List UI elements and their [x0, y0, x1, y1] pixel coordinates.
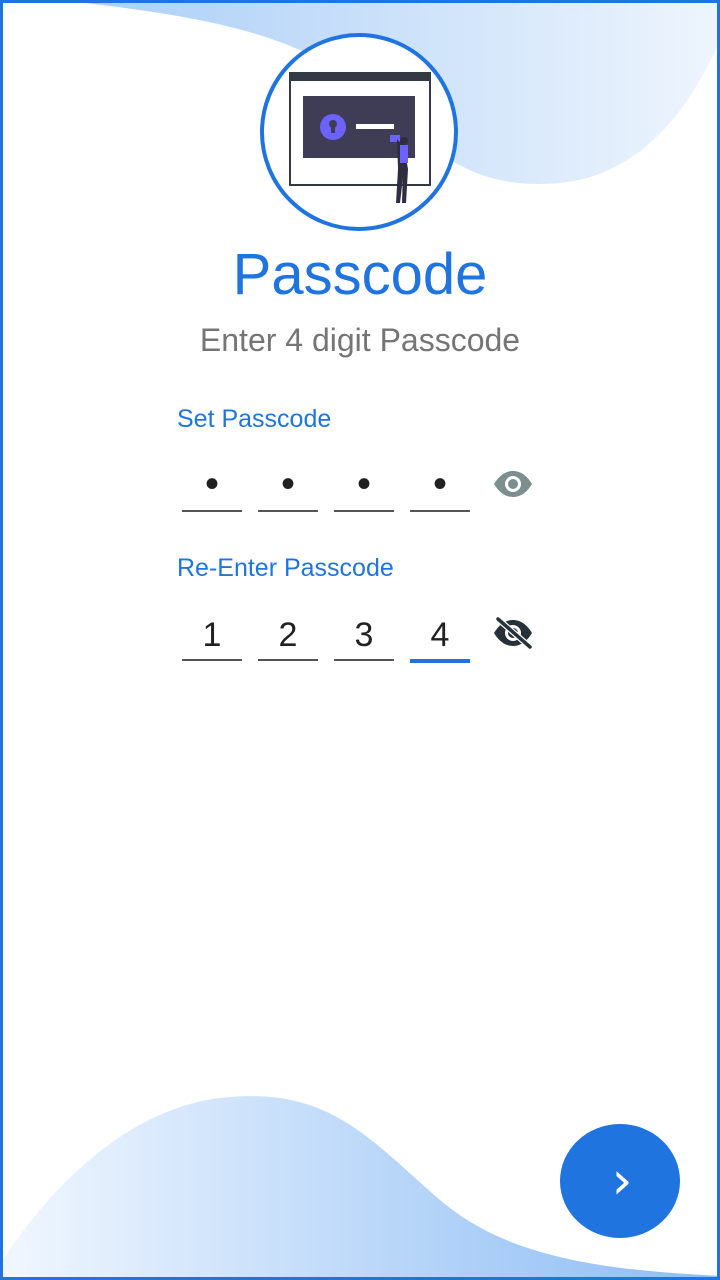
set-passcode-digit-4[interactable]: •	[410, 456, 470, 512]
next-button[interactable]: ›	[560, 1124, 680, 1238]
reenter-passcode-digit-3[interactable]: 3	[334, 605, 394, 661]
set-passcode-field[interactable]: • • • •	[182, 456, 542, 516]
chevron-right-icon: ›	[611, 1151, 633, 1211]
reenter-passcode-digit-4[interactable]: 4	[410, 605, 470, 663]
set-passcode-digit-2[interactable]: •	[258, 456, 318, 512]
reenter-passcode-label: Re-Enter Passcode	[177, 554, 394, 582]
page-title: Passcode	[232, 242, 488, 307]
page-subtitle: Enter 4 digit Passcode	[199, 322, 521, 358]
set-passcode-digit-3[interactable]: •	[334, 456, 394, 512]
eye-off-icon[interactable]	[492, 616, 534, 650]
lock-screen-illustration	[260, 33, 458, 231]
eye-icon[interactable]	[492, 468, 534, 500]
set-passcode-label: Set Passcode	[177, 405, 332, 433]
reenter-passcode-field[interactable]: 1 2 3 4	[182, 605, 542, 665]
reenter-passcode-digit-1[interactable]: 1	[182, 605, 242, 661]
set-passcode-digit-1[interactable]: •	[182, 456, 242, 512]
reenter-passcode-digit-2[interactable]: 2	[258, 605, 318, 661]
